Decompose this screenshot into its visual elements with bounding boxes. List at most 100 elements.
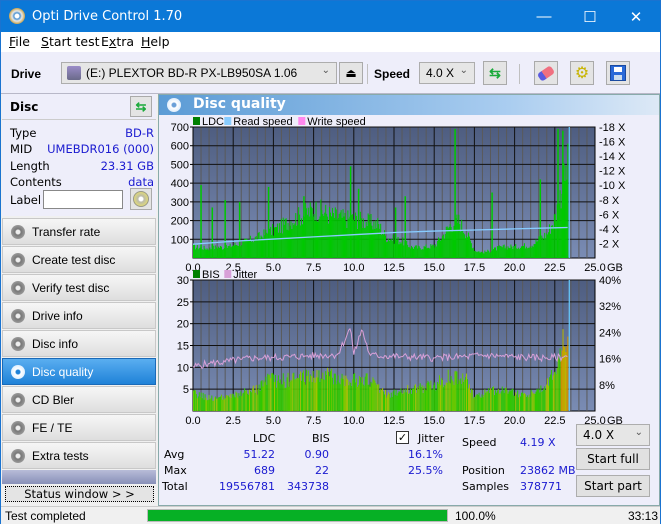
nav-create-test-disc[interactable]: Create test disc [2, 246, 156, 273]
bis-bar [290, 379, 292, 411]
x-tick-label: 2.5 [226, 415, 241, 427]
bis-bar [493, 386, 495, 411]
ldc-bar [279, 232, 281, 258]
bis-bar [502, 390, 504, 411]
bis-bar [519, 394, 521, 411]
chevron-down-icon: ⌄ [321, 65, 330, 76]
bis-bar [555, 374, 557, 411]
ldc-bar [329, 207, 331, 258]
bis-bar [287, 372, 289, 411]
x-tick-label: 5.0 [266, 415, 281, 427]
ldc-bar [551, 225, 553, 258]
ldc-bar [294, 223, 296, 258]
bis-bar [406, 392, 408, 411]
speed-select[interactable]: 4.0 X ⌄ [419, 62, 475, 84]
bis-bar [437, 382, 439, 411]
bis-bar [524, 394, 526, 411]
y-tick-label: 500 [171, 159, 189, 171]
bis-bar [275, 374, 277, 411]
bis-bar [311, 382, 313, 411]
drive-select[interactable]: (E:) PLEXTOR BD-R PX-LB950SA 1.06 ⌄ [61, 62, 337, 84]
test-speed-select[interactable]: 4.0 X ⌄ [576, 424, 650, 446]
ldc-bar [527, 247, 529, 258]
bis-bar [546, 384, 548, 411]
minimize-button[interactable]: — [521, 1, 567, 32]
bis-bar [423, 386, 425, 411]
bis-bar [302, 372, 304, 411]
bis-bar [340, 378, 342, 411]
ldc-bar [367, 213, 369, 258]
nav-cd-bler[interactable]: CD Bler [2, 386, 156, 413]
title-bar: Opti Drive Control 1.70 — ☐ ✕ [1, 1, 660, 32]
ldc-bar [221, 249, 223, 258]
ldc-bar [524, 248, 526, 258]
nav-transfer-rate[interactable]: Transfer rate [2, 218, 156, 245]
save-button[interactable] [606, 61, 630, 85]
ldc-bar [203, 245, 205, 258]
bis-bar [556, 368, 558, 411]
disc-refresh-button[interactable]: ⇆ [130, 96, 152, 117]
maximize-button[interactable]: ☐ [567, 1, 613, 32]
close-button[interactable]: ✕ [613, 1, 659, 32]
start-full-button[interactable]: Start full [576, 448, 650, 470]
bis-bar [505, 387, 507, 411]
nav-verify-test-disc[interactable]: Verify test disc [2, 274, 156, 301]
nav-fe-te[interactable]: FE / TE [2, 414, 156, 441]
ldc-bar [460, 231, 462, 258]
disc-label-input[interactable] [43, 190, 123, 209]
ldc-bar [257, 233, 259, 258]
ldc-bar [488, 250, 490, 258]
cd-icon [133, 191, 149, 207]
bis-bar [221, 399, 223, 411]
jitter-label: Jitter [418, 432, 445, 445]
ldc-bar [265, 229, 267, 258]
menu-help[interactable]: Help [141, 34, 170, 49]
ldc-bar [347, 210, 349, 258]
bis-bar [496, 390, 498, 411]
bis-bar [381, 389, 383, 411]
eject-button[interactable]: ⏏ [339, 62, 363, 84]
bis-bar [453, 385, 455, 411]
bis-bar [413, 385, 415, 411]
erase-button[interactable] [534, 61, 558, 85]
bis-bar [433, 385, 435, 411]
ldc-bar [365, 221, 367, 258]
nav-disc-info[interactable]: Disc info [2, 330, 156, 357]
bis-bar [567, 336, 569, 411]
ldc-bar [375, 220, 377, 258]
ldc-bar [269, 228, 271, 258]
ldc-bar [274, 227, 276, 258]
bis-bar [560, 358, 562, 411]
ldc-bar [324, 212, 326, 258]
status-window-button[interactable]: Status window > > [5, 486, 154, 502]
menu-start-test[interactable]: Start test [41, 34, 100, 49]
nav-disc-quality[interactable]: Disc quality [2, 358, 156, 385]
refresh-button[interactable]: ⇆ [483, 61, 507, 85]
bis-bar [544, 386, 546, 411]
jitter-checkbox[interactable]: ✓ [396, 431, 409, 444]
nav-drive-info[interactable]: Drive info [2, 302, 156, 329]
ldc-bar [534, 244, 536, 258]
bis-bar [548, 385, 550, 411]
menu-file[interactable]: File [9, 34, 30, 49]
ldc-bar [447, 228, 449, 258]
legend-label: LDC [202, 116, 224, 128]
disc-icon [11, 365, 25, 379]
ldc-bar [334, 207, 336, 258]
ldc-bar [432, 244, 434, 258]
y-tick-label: 20 [177, 319, 189, 331]
legend-label: BIS [202, 269, 220, 281]
ldc-bar [485, 251, 487, 258]
ldc-bar [520, 247, 522, 258]
nav-extra-tests[interactable]: Extra tests [2, 442, 156, 469]
ldc-bar [436, 246, 438, 258]
bis-bar [427, 380, 429, 411]
start-part-button[interactable]: Start part [576, 475, 650, 497]
ldc-bar [310, 206, 312, 258]
settings-button[interactable]: ⚙ [570, 61, 594, 85]
bis-bar [425, 390, 427, 411]
y-tick-label: 400 [171, 178, 189, 190]
ldc-bar [559, 190, 561, 258]
menu-extra[interactable]: Extra [101, 34, 134, 49]
disc-label-button[interactable] [130, 188, 152, 210]
